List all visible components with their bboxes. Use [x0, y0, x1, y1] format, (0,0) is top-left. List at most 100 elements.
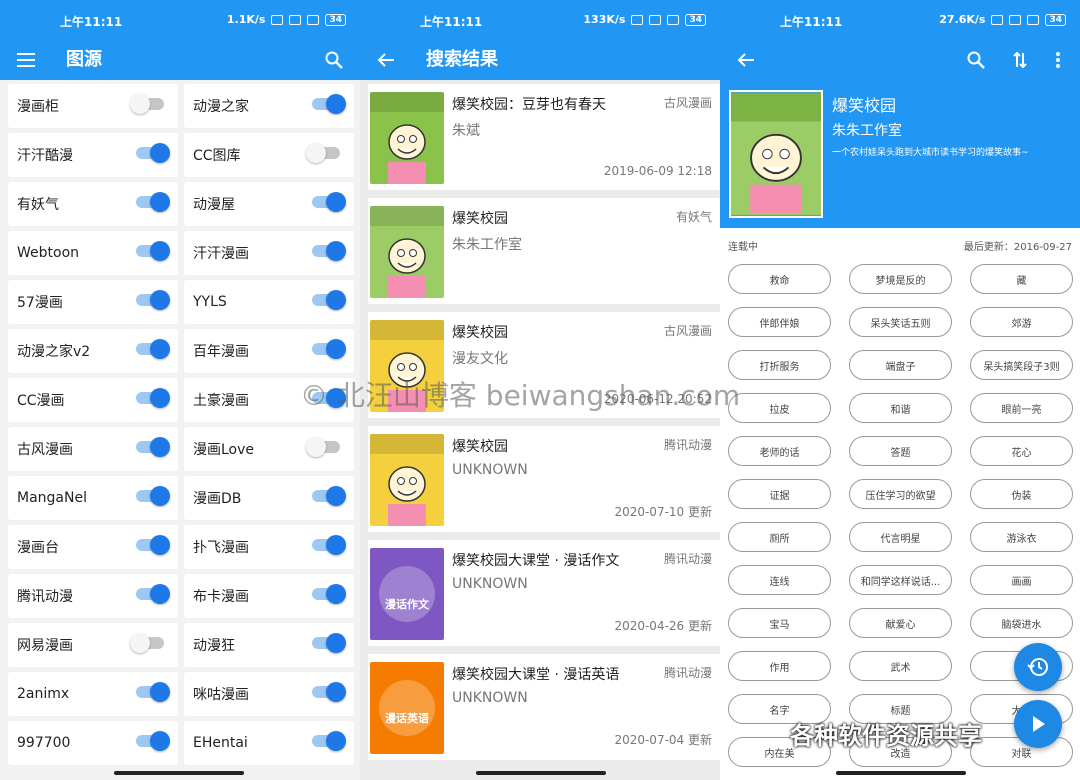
search-result-item[interactable]: 漫话英语 爆笑校园大课堂 · 漫话英语 UNKNOWN 腾讯动漫 2020-07-04 …	[368, 654, 720, 760]
chapter-button[interactable]: 脑袋进水	[970, 608, 1073, 638]
source-toggle[interactable]	[312, 682, 346, 702]
source-item: 腾讯动漫	[8, 574, 178, 618]
source-toggle[interactable]	[136, 192, 170, 212]
chapter-button[interactable]: 答题	[849, 436, 952, 466]
source-toggle[interactable]	[130, 94, 164, 114]
chapter-button[interactable]: 和同学这样说话...	[849, 565, 952, 595]
toggle-knob	[326, 339, 346, 359]
chapter-button[interactable]: 救命	[728, 264, 831, 294]
toggle-knob	[326, 682, 346, 702]
source-item: MangaNel	[8, 476, 178, 520]
source-toggle[interactable]	[312, 486, 346, 506]
chapter-button[interactable]: 眼前一亮	[970, 393, 1073, 423]
source-toggle[interactable]	[312, 192, 346, 212]
chapter-button[interactable]: 连线	[728, 565, 831, 595]
source-toggle[interactable]	[136, 241, 170, 261]
source-toggle[interactable]	[312, 535, 346, 555]
chapter-button[interactable]: 伴郎伴娘	[728, 307, 831, 337]
chapter-button[interactable]: 拉皮	[728, 393, 831, 423]
source-name: 腾讯动漫	[17, 589, 73, 605]
source-toggle[interactable]	[312, 241, 346, 261]
sort-icon[interactable]	[1006, 46, 1034, 74]
chapter-button[interactable]: 伪装	[970, 479, 1073, 509]
search-result-item[interactable]: 漫话作文 爆笑校园大课堂 · 漫话作文 UNKNOWN 腾讯动漫 2020-04-26 …	[368, 540, 720, 646]
result-source: 腾讯动漫	[663, 438, 712, 452]
search-result-item[interactable]: 爆笑校园 朱朱工作室 有妖气	[368, 198, 720, 304]
battery-icon: 34	[325, 13, 346, 26]
source-toggle[interactable]	[136, 682, 170, 702]
chapter-button[interactable]: 宝马	[728, 608, 831, 638]
source-toggle[interactable]	[136, 731, 170, 751]
source-toggle[interactable]	[136, 388, 170, 408]
source-toggle[interactable]	[312, 388, 346, 408]
menu-icon[interactable]	[12, 46, 40, 74]
source-toggle[interactable]	[312, 633, 346, 653]
chapter-button[interactable]: 证据	[728, 479, 831, 509]
chapter-button[interactable]: 呆头搞笑段子3则	[970, 350, 1073, 380]
chapter-button[interactable]: 和谐	[849, 393, 952, 423]
read-fab[interactable]	[1014, 700, 1062, 748]
chapter-button[interactable]: 游泳衣	[970, 522, 1073, 552]
chapter-button[interactable]: 代言明星	[849, 522, 952, 552]
result-source: 腾讯动漫	[663, 666, 712, 680]
toggle-knob	[130, 633, 150, 653]
source-toggle[interactable]	[136, 290, 170, 310]
search-icon[interactable]	[962, 46, 990, 74]
app-bar	[720, 40, 1080, 80]
source-toggle[interactable]	[312, 584, 346, 604]
source-toggle[interactable]	[136, 486, 170, 506]
battery-icon: 34	[1045, 13, 1066, 26]
source-toggle[interactable]	[312, 339, 346, 359]
chapter-button[interactable]: 花心	[970, 436, 1073, 466]
chapter-button[interactable]: 梦境是反的	[849, 264, 952, 294]
chapter-button[interactable]: 画画	[970, 565, 1073, 595]
source-name: 2animx	[17, 686, 70, 702]
source-toggle[interactable]	[136, 584, 170, 604]
search-result-item[interactable]: 爆笑校园 UNKNOWN 腾讯动漫 2020-07-10 更新	[368, 426, 720, 532]
chapter-button[interactable]: 厕所	[728, 522, 831, 552]
source-toggle[interactable]	[306, 143, 340, 163]
source-toggle[interactable]	[136, 535, 170, 555]
source-name: 咪咕漫画	[193, 687, 249, 703]
search-result-item[interactable]: 爆笑校园 漫友文化 古风漫画 2020-06-12 20:52	[368, 312, 720, 418]
source-toggle[interactable]	[312, 731, 346, 751]
source-item: 百年漫画	[184, 329, 354, 373]
chapter-button[interactable]: 作用	[728, 651, 831, 681]
chapter-button[interactable]: 打折服务	[728, 350, 831, 380]
source-toggle[interactable]	[136, 339, 170, 359]
source-name: 动漫屋	[193, 197, 235, 213]
toggle-knob	[150, 388, 170, 408]
back-arrow-icon[interactable]	[372, 46, 400, 74]
toggle-knob	[150, 584, 170, 604]
toggle-knob	[326, 241, 346, 261]
chapter-button[interactable]: 老师的话	[728, 436, 831, 466]
chapter-button[interactable]: 藏	[970, 264, 1073, 294]
source-toggle[interactable]	[130, 633, 164, 653]
source-item: 漫画DB	[184, 476, 354, 520]
result-cover: 漫话作文	[370, 548, 444, 640]
back-arrow-icon[interactable]	[732, 46, 760, 74]
chapter-button[interactable]: 献爱心	[849, 608, 952, 638]
toggle-knob	[150, 437, 170, 457]
source-item: 动漫屋	[184, 182, 354, 226]
more-vert-icon[interactable]	[1044, 46, 1072, 74]
history-fab[interactable]	[1014, 643, 1062, 691]
toggle-knob	[326, 192, 346, 212]
chapter-button[interactable]: 端盘子	[849, 350, 952, 380]
search-icon[interactable]	[320, 46, 348, 74]
serial-status: 连载中	[728, 242, 758, 253]
chapter-button[interactable]: 武术	[849, 651, 952, 681]
status-time: 上午11:11	[420, 15, 483, 29]
chapter-button[interactable]: 郊游	[970, 307, 1073, 337]
source-toggle[interactable]	[306, 437, 340, 457]
source-toggle[interactable]	[312, 290, 346, 310]
source-toggle[interactable]	[136, 437, 170, 457]
source-toggle[interactable]	[136, 143, 170, 163]
page-title: 图源	[66, 49, 102, 70]
chapter-button[interactable]: 压住学习的欲望	[849, 479, 952, 509]
alarm-icon	[991, 14, 1004, 25]
chapter-button[interactable]: 呆头笑话五则	[849, 307, 952, 337]
source-toggle[interactable]	[312, 94, 346, 114]
search-result-item[interactable]: 爆笑校园：豆芽也有春天 朱斌 古风漫画 2019-06-09 12:18	[368, 84, 720, 190]
result-source: 古风漫画	[663, 96, 712, 110]
